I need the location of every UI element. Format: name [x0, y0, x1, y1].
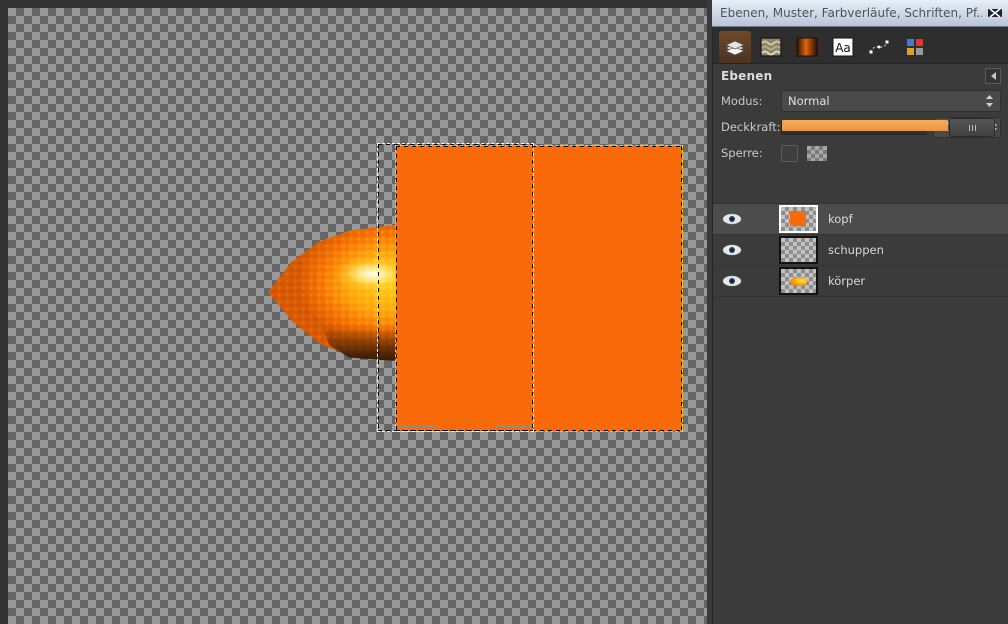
paths-icon — [869, 40, 889, 54]
opacity-slider-handle[interactable] — [949, 118, 995, 137]
page-title: Ebenen — [721, 69, 773, 83]
layer-name[interactable]: körper — [828, 274, 865, 288]
checkerboard-icon[interactable] — [807, 145, 827, 161]
dockable-tab-strip: Aa — [713, 27, 1008, 64]
mode-row: Modus: Normal — [713, 88, 1008, 114]
palettes-tab[interactable] — [899, 31, 931, 63]
chevron-updown-icon — [985, 94, 994, 108]
lock-row: Sperre: — [713, 140, 1008, 166]
svg-text:Aa: Aa — [835, 41, 851, 55]
thumbnail-content — [790, 277, 807, 286]
mode-label: Modus: — [721, 94, 763, 108]
lock-pixels-checkbox[interactable] — [781, 144, 798, 162]
lock-label: Sperre: — [721, 146, 763, 160]
gimp-window: Ebenen, Muster, Farbverläufe, Schriften,… — [0, 0, 1008, 624]
fonts-tab[interactable]: Aa — [827, 31, 859, 63]
layer-thumbnail[interactable] — [779, 236, 818, 264]
dock-titlebar[interactable]: Ebenen, Muster, Farbverläufe, Schriften,… — [712, 0, 1008, 27]
gradient-icon — [796, 37, 818, 57]
layer-list[interactable]: kopf schuppen körper — [713, 203, 1008, 624]
menu-arrow-icon[interactable] — [985, 68, 1001, 84]
layer-thumbnail[interactable] — [779, 267, 818, 295]
eye-icon[interactable] — [719, 209, 745, 229]
layers-tab[interactable] — [719, 31, 751, 63]
mode-select[interactable]: Normal — [781, 90, 1001, 112]
layer-name[interactable]: kopf — [828, 212, 853, 226]
thumbnail-content — [791, 247, 806, 253]
opacity-row: Deckkraft: 100,0 — [713, 114, 1008, 140]
gradients-tab[interactable] — [791, 31, 823, 63]
grip-lines-icon — [968, 124, 976, 131]
left-triangle-glyph — [990, 72, 996, 80]
palette-icon — [907, 39, 923, 55]
opacity-slider-fill — [782, 120, 948, 131]
text-aa-icon: Aa — [832, 37, 854, 57]
orange-layer-rectangle[interactable] — [396, 146, 682, 431]
dock-body: Aa Ebenen Modus: Normal Deckkraft: Sperr… — [712, 27, 1008, 624]
canvas-edge-left — [0, 0, 8, 624]
layer-row-schuppen[interactable]: schuppen — [713, 235, 1008, 266]
layers-dock-window: Ebenen, Muster, Farbverläufe, Schriften,… — [712, 0, 1008, 624]
layer-thumbnail[interactable] — [779, 205, 818, 233]
layers-icon — [725, 40, 745, 56]
pattern-icon — [760, 37, 782, 57]
mode-select-value: Normal — [788, 94, 830, 108]
patterns-tab[interactable] — [755, 31, 787, 63]
layers-panel-header: Ebenen — [713, 64, 1008, 88]
dock-title-text: Ebenen, Muster, Farbverläufe, Schriften,… — [720, 6, 982, 20]
image-canvas[interactable] — [0, 0, 712, 624]
eye-icon[interactable] — [719, 271, 745, 291]
canvas-edge-top — [0, 0, 712, 8]
thumbnail-content — [790, 211, 806, 226]
layer-row-kopf[interactable]: kopf — [713, 204, 1008, 235]
layer-name[interactable]: schuppen — [828, 243, 884, 257]
opacity-label: Deckkraft: — [721, 120, 781, 134]
eye-icon[interactable] — [719, 240, 745, 260]
opacity-slider[interactable] — [781, 118, 995, 137]
layer-row-koerper[interactable]: körper — [713, 266, 1008, 297]
paths-tab[interactable] — [863, 31, 895, 63]
close-icon[interactable] — [982, 0, 1008, 26]
